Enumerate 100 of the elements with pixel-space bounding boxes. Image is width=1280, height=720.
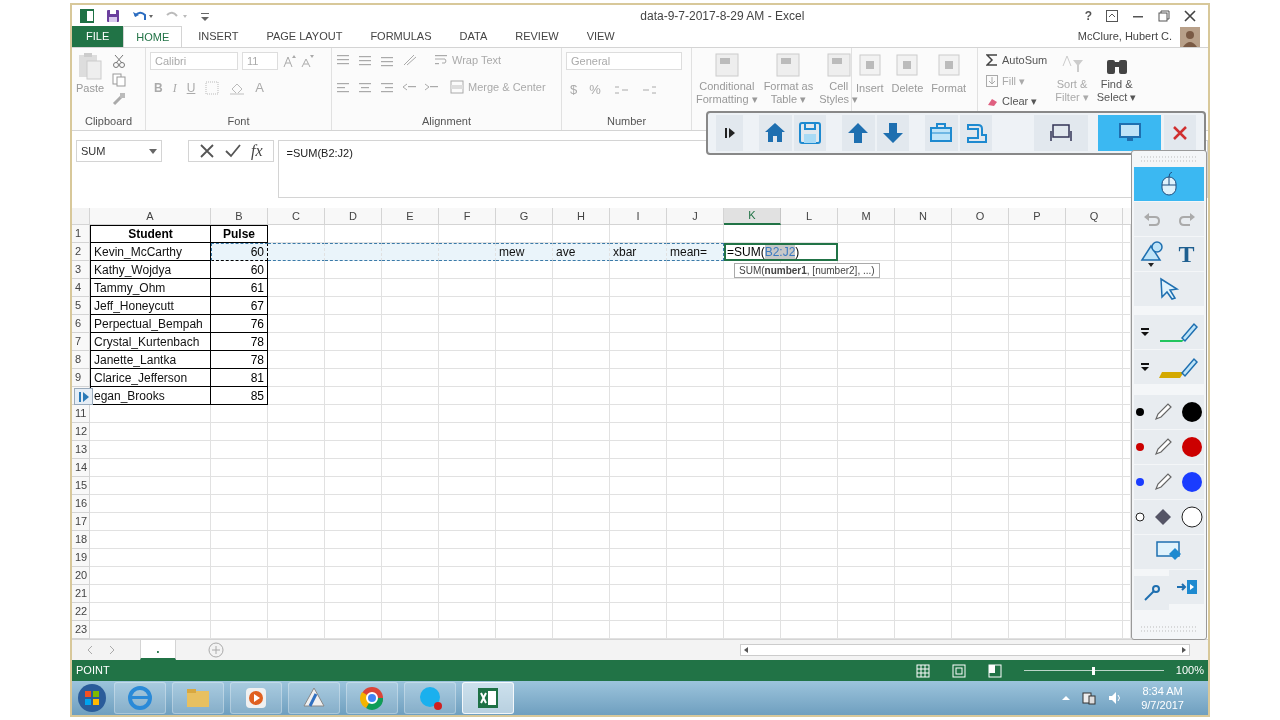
start-button-icon[interactable] xyxy=(76,682,108,714)
network-icon[interactable] xyxy=(1081,690,1098,706)
ribbon-tab[interactable]: DATA xyxy=(447,26,500,47)
column-header[interactable]: K xyxy=(724,208,781,225)
column-header[interactable]: J xyxy=(667,208,724,225)
color-swatch-icon[interactable] xyxy=(1181,471,1203,493)
column-header[interactable]: H xyxy=(553,208,610,225)
row-header[interactable]: 23 xyxy=(72,621,90,639)
column-header[interactable]: F xyxy=(439,208,496,225)
table-cell[interactable]: Crystal_Kurtenbach xyxy=(90,333,211,351)
table-cell[interactable]: Jeff_Honeycutt xyxy=(90,297,211,315)
row-header[interactable]: 15 xyxy=(72,477,90,495)
column-header[interactable]: G xyxy=(496,208,553,225)
formula-cell[interactable]: =SUM(B2:J2) xyxy=(724,243,838,261)
middle-align-icon[interactable] xyxy=(358,53,372,68)
row-header[interactable]: 18 xyxy=(72,531,90,549)
table-cell[interactable]: Kathy_Wojdya xyxy=(90,261,211,279)
insert-function-button[interactable]: fx xyxy=(251,139,263,163)
column-header[interactable]: P xyxy=(1009,208,1066,225)
clear-button[interactable]: Clear ▾ xyxy=(986,93,1048,110)
table-cell[interactable]: Janette_Lantka xyxy=(90,351,211,369)
row-header[interactable]: 22 xyxy=(72,603,90,621)
row-header[interactable]: 17 xyxy=(72,513,90,531)
column-header[interactable]: E xyxy=(382,208,439,225)
table-cell[interactable]: Clarice_Jefferson xyxy=(90,369,211,387)
row-header[interactable]: 3 xyxy=(72,261,90,279)
row-header[interactable]: 4 xyxy=(72,279,90,297)
next-sheet-icon[interactable] xyxy=(108,646,116,654)
avatar-icon[interactable] xyxy=(1180,26,1200,47)
name-box[interactable]: SUM xyxy=(76,140,162,162)
select-all-button[interactable] xyxy=(72,208,90,225)
page-break-icon[interactable] xyxy=(987,663,1002,678)
close-icon[interactable] xyxy=(1184,9,1196,22)
row-header[interactable]: 19 xyxy=(72,549,90,567)
column-header[interactable]: C xyxy=(268,208,325,225)
table-cell[interactable]: 81 xyxy=(211,369,268,387)
column-header[interactable]: Q xyxy=(1066,208,1123,225)
column-header[interactable]: O xyxy=(952,208,1009,225)
table-cell[interactable]: 60 xyxy=(211,261,268,279)
row-header[interactable]: 1 xyxy=(72,225,90,243)
borders-icon[interactable] xyxy=(205,80,220,95)
table-cell[interactable]: 67 xyxy=(211,297,268,315)
table-cell[interactable]: Tammy_Ohm xyxy=(90,279,211,297)
table-cell[interactable]: 60 xyxy=(211,243,268,261)
copy-icon[interactable] xyxy=(112,73,127,87)
table-cell[interactable]: mew xyxy=(496,243,553,261)
taskbar-app[interactable] xyxy=(114,682,166,714)
color-dot-icon[interactable] xyxy=(1135,442,1145,452)
column-header[interactable]: I xyxy=(610,208,667,225)
enter-icon[interactable] xyxy=(225,143,241,159)
column-header[interactable]: A xyxy=(90,208,211,225)
normal-view-icon[interactable] xyxy=(915,663,930,678)
row-header[interactable]: 7 xyxy=(72,333,90,351)
table-cell[interactable]: xbar xyxy=(610,243,667,261)
row-header[interactable]: 16 xyxy=(72,495,90,513)
column-header[interactable]: D xyxy=(325,208,382,225)
taskbar-app[interactable] xyxy=(462,682,514,714)
taskbar-app[interactable] xyxy=(230,682,282,714)
restore-icon[interactable] xyxy=(1158,9,1170,22)
row-header[interactable]: 8 xyxy=(72,351,90,369)
zoom-slider[interactable] xyxy=(1023,665,1164,676)
ribbon-tab[interactable]: FORMULAS xyxy=(358,26,444,47)
save-icon[interactable] xyxy=(106,8,120,23)
row-header[interactable]: 13 xyxy=(72,441,90,459)
add-sheet-icon[interactable] xyxy=(208,642,224,658)
color-swatch-icon[interactable] xyxy=(1181,436,1203,458)
cut-icon[interactable] xyxy=(112,54,127,68)
tool-button[interactable] xyxy=(1134,500,1204,534)
column-header[interactable]: N xyxy=(895,208,952,225)
expand-button[interactable] xyxy=(74,388,93,405)
row-header[interactable]: 12 xyxy=(72,423,90,441)
table-cell[interactable]: 61 xyxy=(211,279,268,297)
dropdown-icon[interactable] xyxy=(1140,362,1150,372)
ribbon-tab[interactable]: HOME xyxy=(123,26,183,47)
taskbar-app[interactable] xyxy=(404,682,456,714)
column-header[interactable]: L xyxy=(781,208,838,225)
column-header[interactable] xyxy=(1123,208,1131,225)
horizontal-scrollbar[interactable] xyxy=(740,644,1190,656)
user-name[interactable]: McClure, Hubert C. xyxy=(1077,28,1172,45)
color-swatch-icon[interactable] xyxy=(1181,401,1203,423)
page-layout-icon[interactable] xyxy=(951,663,966,678)
table-cell[interactable] xyxy=(439,243,496,261)
row-header[interactable]: 21 xyxy=(72,585,90,603)
help-button[interactable]: ? xyxy=(1084,6,1092,25)
tool-button[interactable] xyxy=(1134,395,1204,429)
autosum-button[interactable]: AutoSum xyxy=(986,52,1048,69)
ribbon-tab[interactable]: PAGE LAYOUT xyxy=(254,26,355,47)
row-header[interactable]: 5 xyxy=(72,297,90,315)
ribbon-tab[interactable]: REVIEW xyxy=(503,26,571,47)
taskbar-app[interactable] xyxy=(346,682,398,714)
previous-sheet-icon[interactable] xyxy=(86,646,94,654)
toolbar-button[interactable] xyxy=(716,115,744,151)
table-cell[interactable]: mean= xyxy=(667,243,724,261)
table-cell[interactable]: 85 xyxy=(211,387,268,405)
color-dot-icon[interactable] xyxy=(1135,477,1145,487)
row-header[interactable]: 9 xyxy=(72,369,90,387)
ribbon-display-icon[interactable] xyxy=(1106,9,1118,22)
table-cell[interactable] xyxy=(382,243,439,261)
ribbon-tab[interactable]: VIEW xyxy=(574,26,627,47)
taskbar-app[interactable] xyxy=(288,682,340,714)
